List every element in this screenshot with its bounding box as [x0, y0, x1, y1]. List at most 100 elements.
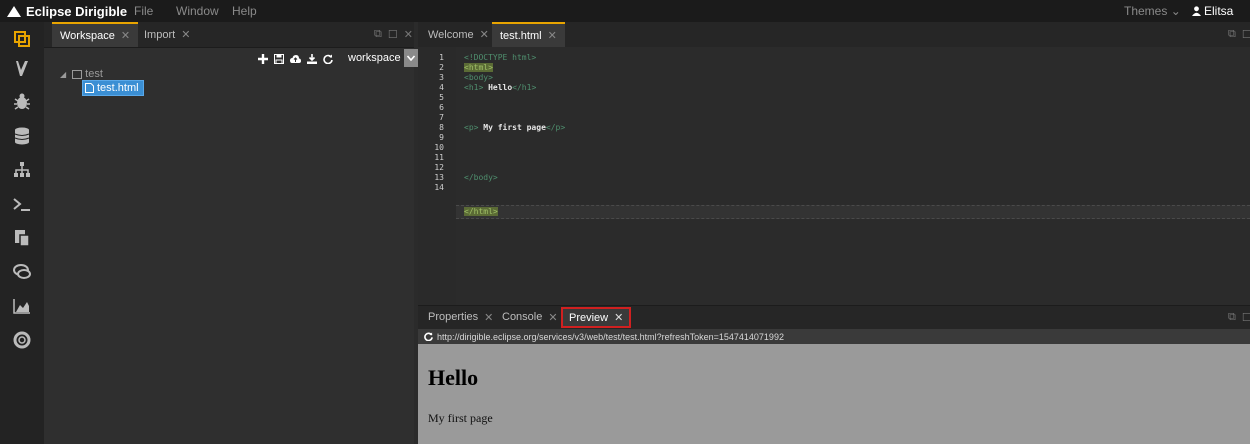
- close-icon[interactable]: ✕: [548, 311, 557, 324]
- preview-url-bar: http://dirigible.eclipse.org/services/v3…: [418, 329, 1250, 344]
- discussion-perspective-icon[interactable]: [10, 260, 34, 284]
- matched-tag: </html>: [464, 207, 498, 216]
- app-brand: Eclipse Dirigible: [6, 3, 127, 19]
- user-icon: [1192, 6, 1201, 16]
- line-number: 4: [439, 83, 444, 92]
- download-icon[interactable]: [307, 54, 317, 64]
- line-number: 9: [439, 133, 444, 142]
- code-tag: <h1>: [464, 83, 484, 92]
- documents-perspective-icon[interactable]: [10, 226, 34, 250]
- operations-perspective-icon[interactable]: [10, 294, 34, 318]
- publish-icon[interactable]: [290, 54, 301, 64]
- tab-preview[interactable]: Preview ✕: [561, 307, 632, 328]
- line-number-gutter: 1 2 3 4 5 6 7 8 9 10 11 12 13 14: [418, 47, 457, 305]
- themes-menu[interactable]: Themes ⌄: [1124, 4, 1181, 18]
- help-perspective-icon[interactable]: [10, 328, 34, 352]
- tab-preview-label: Preview: [569, 311, 609, 324]
- new-icon[interactable]: [258, 54, 268, 64]
- bottom-panel-controls: ⧉ ☐: [1228, 311, 1250, 324]
- file-icon: [85, 83, 94, 93]
- workspace-toolbar: [258, 50, 333, 68]
- code-tag: <p>: [464, 123, 479, 132]
- maximize-icon[interactable]: ☐: [1242, 28, 1250, 41]
- tab-import-label: Import: [144, 28, 176, 41]
- code-line-2: <html>: [464, 63, 493, 72]
- maximize-icon[interactable]: ☐: [1242, 311, 1250, 324]
- tree-file-label: test.html: [97, 82, 139, 94]
- app-title: Eclipse Dirigible: [26, 3, 128, 19]
- tab-welcome[interactable]: Welcome ✕: [420, 22, 497, 47]
- line-number: 7: [439, 113, 444, 122]
- dirigible-logo-icon: [7, 6, 21, 17]
- close-icon[interactable]: ✕: [121, 29, 130, 42]
- line-number: 6: [439, 103, 444, 112]
- preview-frame: [418, 344, 1250, 444]
- preview-paragraph: My first page: [428, 411, 493, 425]
- code-text: Hello: [483, 83, 513, 92]
- code-line-11: </body>: [464, 173, 498, 182]
- restore-icon[interactable]: ⧉: [1228, 28, 1236, 41]
- menu-file[interactable]: File: [134, 4, 153, 18]
- restore-icon[interactable]: ⧉: [374, 28, 382, 41]
- close-icon[interactable]: ✕: [181, 28, 190, 41]
- close-icon[interactable]: ✕: [404, 28, 413, 41]
- tab-console[interactable]: Console ✕: [494, 306, 566, 328]
- close-icon[interactable]: ✕: [548, 29, 557, 42]
- workbench-perspective-icon[interactable]: [10, 27, 34, 51]
- terminal-perspective-icon[interactable]: [10, 192, 34, 216]
- menu-window[interactable]: Window: [176, 4, 219, 18]
- tab-properties-label: Properties: [428, 311, 479, 323]
- line-number: 12: [434, 163, 444, 172]
- editor-panel-controls: ⧉ ☐: [1228, 28, 1250, 41]
- tree-file-test-html[interactable]: test.html: [82, 80, 144, 96]
- save-icon[interactable]: [274, 54, 284, 64]
- line-number: 14: [434, 183, 444, 192]
- workspace-select[interactable]: workspace: [344, 49, 418, 67]
- tab-welcome-label: Welcome: [428, 28, 474, 41]
- restore-icon[interactable]: ⧉: [1228, 311, 1236, 324]
- line-number: 5: [439, 93, 444, 102]
- tab-workspace-label: Workspace: [60, 29, 115, 42]
- collapse-icon[interactable]: ◢: [60, 70, 66, 79]
- git-perspective-icon[interactable]: [10, 56, 34, 80]
- code-line-3: <body>: [464, 73, 493, 82]
- line-number: 13: [434, 173, 444, 182]
- user-menu[interactable]: Elitsa: [1192, 4, 1233, 18]
- close-icon[interactable]: ✕: [480, 28, 489, 41]
- code-line-4: <h1> Hello</h1>: [464, 83, 536, 92]
- preview-url[interactable]: http://dirigible.eclipse.org/services/v3…: [437, 332, 784, 342]
- code-tag: </p>: [545, 123, 566, 132]
- code-tag: </h1>: [512, 83, 537, 92]
- tree-project-label: test: [85, 68, 103, 80]
- refresh-icon[interactable]: [323, 54, 333, 64]
- tree-project-test[interactable]: ◢ test: [60, 68, 103, 80]
- tab-properties[interactable]: Properties ✕: [420, 306, 501, 328]
- menu-help[interactable]: Help: [232, 4, 257, 18]
- close-icon[interactable]: ✕: [484, 311, 493, 324]
- debug-perspective-icon[interactable]: [10, 90, 34, 114]
- repository-perspective-icon[interactable]: [10, 158, 34, 182]
- code-line-1: <!DOCTYPE html>: [464, 53, 537, 62]
- preview-heading: Hello: [428, 365, 479, 390]
- tab-test-html-label: test.html: [500, 29, 542, 42]
- code-editor[interactable]: <!DOCTYPE html> <html> <body> <h1> Hello…: [456, 47, 1250, 305]
- tab-workspace[interactable]: Workspace ✕: [52, 22, 139, 47]
- tab-console-label: Console: [502, 311, 543, 323]
- tab-import[interactable]: Import ✕: [136, 22, 198, 47]
- line-number: 10: [434, 143, 444, 152]
- current-line-highlight: </html>: [456, 205, 1250, 219]
- close-icon[interactable]: ✕: [614, 311, 623, 324]
- database-perspective-icon[interactable]: [10, 124, 34, 148]
- refresh-icon[interactable]: [424, 332, 433, 341]
- maximize-icon[interactable]: ☐: [388, 28, 398, 41]
- line-number: 11: [434, 153, 444, 162]
- tab-test-html[interactable]: test.html ✕: [492, 22, 565, 47]
- code-text: My first page: [478, 123, 546, 132]
- code-line-14: </html>: [464, 207, 498, 216]
- matched-tag: <html>: [464, 63, 493, 72]
- user-name: Elitsa: [1204, 4, 1234, 18]
- workspace-panel-controls: ⧉ ☐ ✕: [374, 28, 413, 41]
- line-number: 8: [439, 123, 444, 132]
- line-number: 3: [439, 73, 444, 82]
- themes-dropdown-icon: ⌄: [1170, 4, 1181, 18]
